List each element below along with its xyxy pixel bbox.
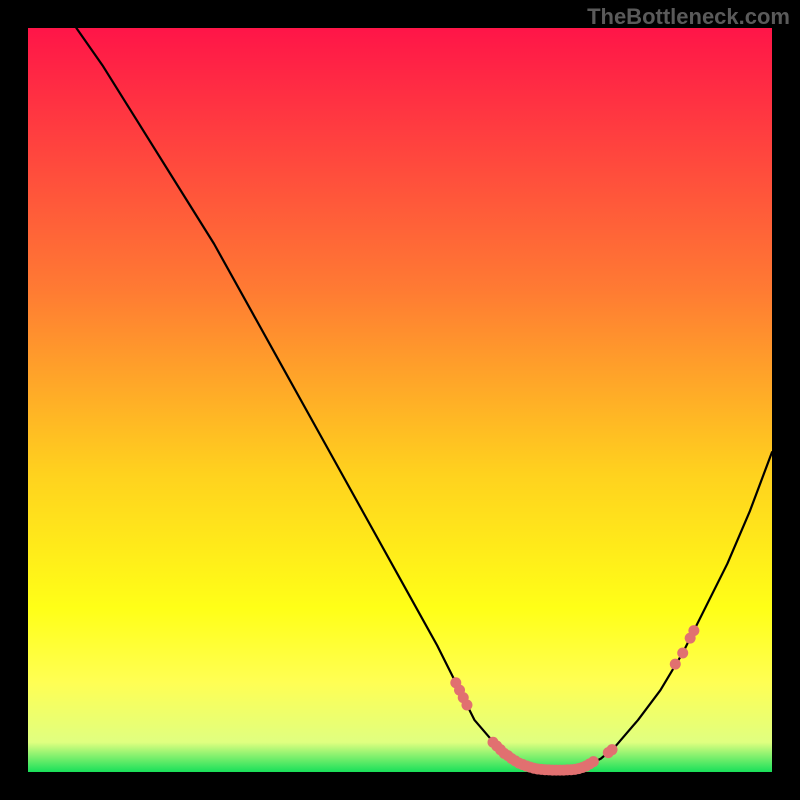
data-marker	[677, 647, 688, 658]
data-marker	[588, 756, 599, 767]
attribution-label: TheBottleneck.com	[587, 4, 790, 30]
data-marker	[461, 700, 472, 711]
bottleneck-chart: TheBottleneck.com	[0, 0, 800, 800]
chart-background	[28, 28, 772, 772]
data-marker	[670, 659, 681, 670]
chart-canvas	[0, 0, 800, 800]
data-marker	[607, 744, 618, 755]
data-marker	[688, 625, 699, 636]
